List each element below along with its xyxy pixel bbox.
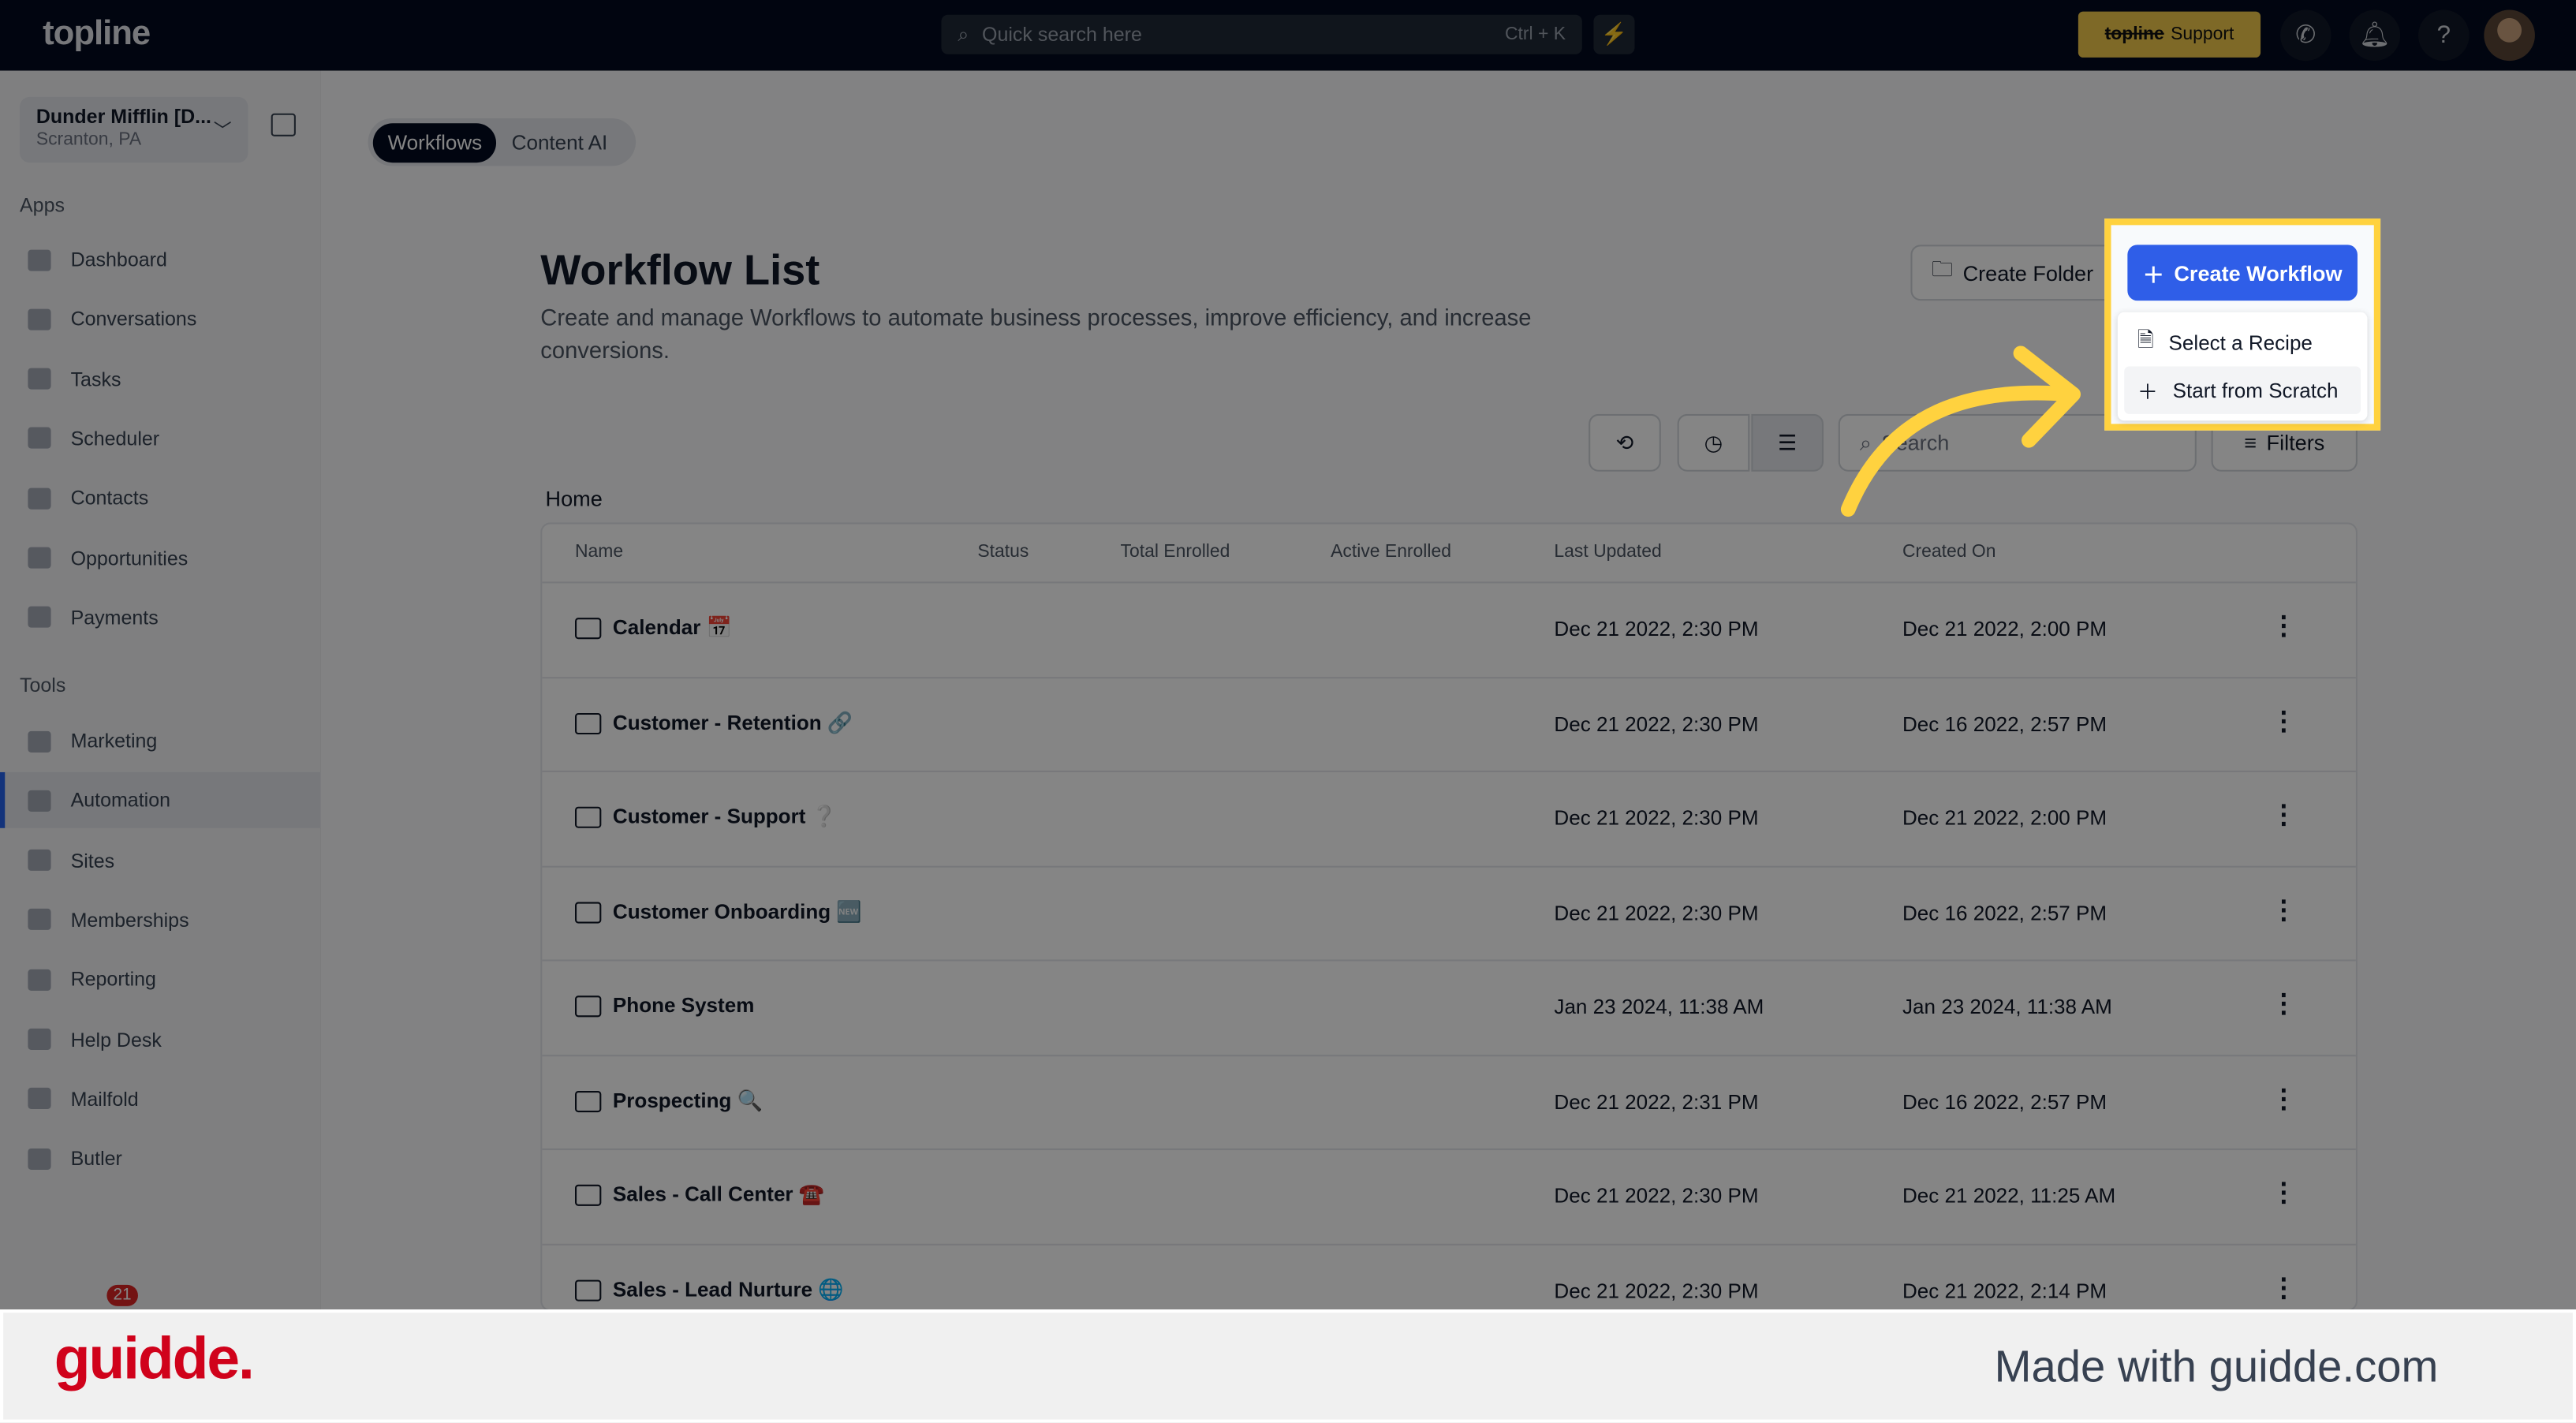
create-workflow-label: Create Workflow: [2174, 260, 2343, 286]
menu-item-label: Select a Recipe: [2168, 331, 2313, 354]
menu-item-select-recipe[interactable]: 🗎 Select a Recipe: [2124, 319, 2361, 366]
create-workflow-menu: 🗎 Select a Recipe ＋ Start from Scratch: [2117, 312, 2368, 421]
create-workflow-button[interactable]: ＋ Create Workflow: [2127, 245, 2358, 301]
menu-item-label: Start from Scratch: [2172, 379, 2339, 402]
recipe-icon: 🗎: [2137, 328, 2154, 352]
highlight-box: ＋ Create Workflow 🗎 Select a Recipe ＋ Start…: [2104, 218, 2381, 431]
pointer-arrow: [1840, 345, 2081, 517]
dim-overlay: [0, 0, 2576, 1310]
menu-item-start-from-scratch[interactable]: ＋ Start from Scratch: [2124, 366, 2361, 414]
guidde-logo: guidde.: [54, 1324, 255, 1392]
plus-icon: ＋: [2142, 262, 2164, 287]
made-with-text: Made with guidde.com: [1994, 1342, 2439, 1392]
plus-icon: ＋: [2137, 381, 2158, 405]
